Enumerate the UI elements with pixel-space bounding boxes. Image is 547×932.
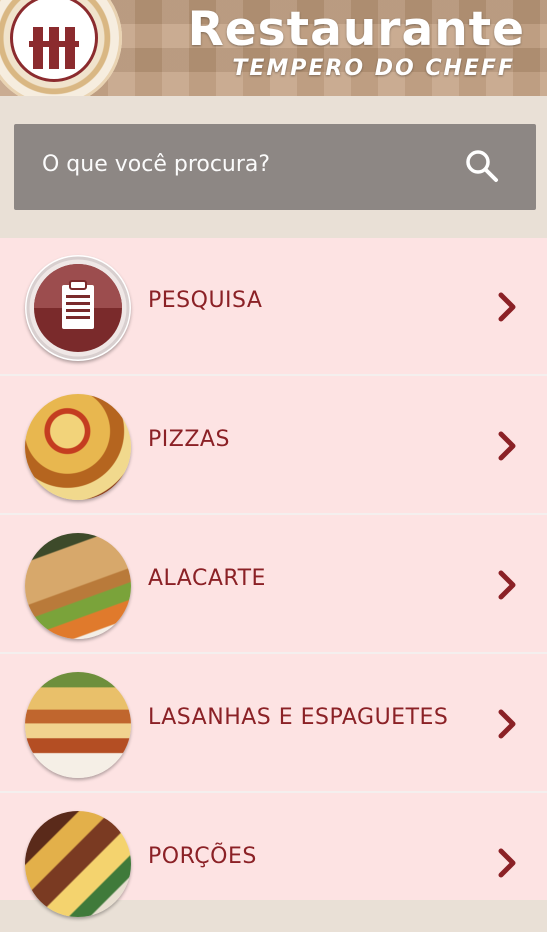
chevron-right-icon [498, 570, 516, 600]
menu-item-pesquisa[interactable]: PESQUISA [0, 238, 547, 376]
chevron-right-icon [498, 431, 516, 461]
app-title: Restaurante [187, 2, 525, 57]
app-header: Restaurante TEMPERO DO CHEFF [0, 0, 547, 96]
chevron-right-icon [498, 709, 516, 739]
menu-item-lasanhas[interactable]: LASANHAS E ESPAGUETES [0, 655, 547, 793]
search-placeholder: O que você procura? [42, 152, 271, 177]
menu-item-porcoes[interactable]: PORÇÕES [0, 794, 547, 932]
menu-item-thumb [25, 255, 131, 361]
clipboard-icon [26, 256, 130, 360]
menu-item-alacarte[interactable]: ALACARTE [0, 516, 547, 654]
pizza-photo [25, 394, 131, 500]
menu-item-label: PORÇÕES [148, 844, 257, 869]
chevron-right-icon [498, 848, 516, 878]
menu-item-label: PIZZAS [148, 427, 230, 452]
menu-item-label: LASANHAS E ESPAGUETES [148, 705, 449, 730]
menu-item-pizzas[interactable]: PIZZAS [0, 377, 547, 515]
restaurant-logo [0, 0, 122, 96]
lasagna-photo [25, 672, 131, 778]
fork-knife-icon [29, 27, 79, 69]
logo-badge [10, 0, 98, 82]
portions-photo [25, 811, 131, 917]
search-section: O que você procura? [0, 96, 547, 238]
search-icon[interactable] [464, 148, 500, 184]
chevron-right-icon [498, 292, 516, 322]
menu-item-label: PESQUISA [148, 288, 263, 313]
menu-list: PESQUISA PIZZAS ALACARTE LASANHAS E ESPA… [0, 238, 547, 917]
search-input[interactable]: O que você procura? [14, 124, 536, 210]
app-subtitle: TEMPERO DO CHEFF [232, 56, 515, 81]
menu-item-label: ALACARTE [148, 566, 266, 591]
grilled-fish-photo [25, 533, 131, 639]
